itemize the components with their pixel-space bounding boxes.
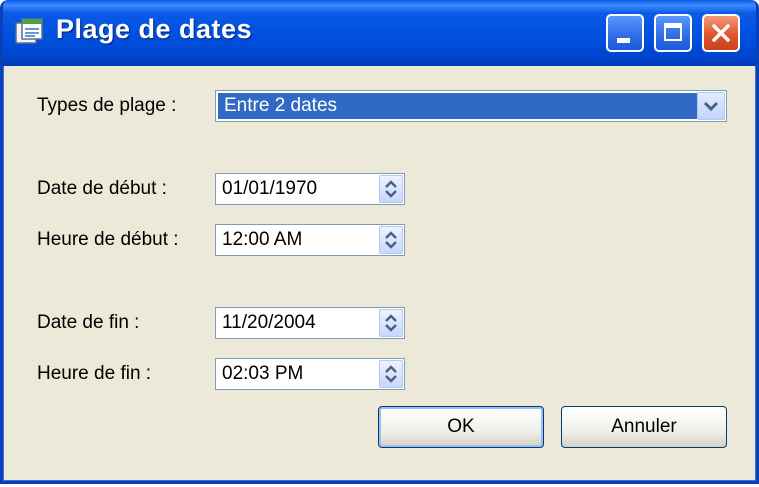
range-type-label: Types de plage : [37,95,177,116]
dropdown-arrow-button[interactable] [697,92,725,120]
ok-button[interactable]: OK [378,406,544,448]
end-time-label: Heure de fin : [37,363,152,384]
start-date-spinner[interactable] [379,175,403,203]
up-down-arrows-icon [385,314,397,332]
start-time-spinner[interactable] [379,226,403,254]
chevron-down-icon [703,101,719,112]
title-bar[interactable]: Plage de dates [3,0,756,66]
start-time-label: Heure de début : [37,229,179,250]
range-type-selected: Entre 2 dates [218,93,698,119]
start-time-value: 12:00 AM [222,229,303,250]
end-date-spinner[interactable] [379,309,403,337]
dialog-window: Plage de dates Types de plage : Entre 2 … [0,0,759,484]
close-icon [712,24,730,42]
cancel-button[interactable]: Annuler [561,406,727,448]
end-date-label: Date de fin : [37,312,140,333]
minimize-button[interactable] [606,14,644,52]
end-date-field[interactable]: 11/20/2004 [215,307,405,339]
start-date-field[interactable]: 01/01/1970 [215,173,405,205]
maximize-button[interactable] [654,14,692,52]
end-date-value: 11/20/2004 [222,312,316,333]
app-icon [15,18,43,44]
range-type-select[interactable]: Entre 2 dates [215,90,727,122]
up-down-arrows-icon [385,231,397,249]
up-down-arrows-icon [385,365,397,383]
end-time-value: 02:03 PM [222,363,304,384]
window-title: Plage de dates [56,14,253,44]
start-time-field[interactable]: 12:00 AM [215,224,405,256]
start-date-label: Date de début : [37,178,167,199]
end-time-field[interactable]: 02:03 PM [215,358,405,390]
up-down-arrows-icon [385,180,397,198]
start-date-value: 01/01/1970 [222,178,318,199]
end-time-spinner[interactable] [379,360,403,388]
close-button[interactable] [702,14,740,52]
